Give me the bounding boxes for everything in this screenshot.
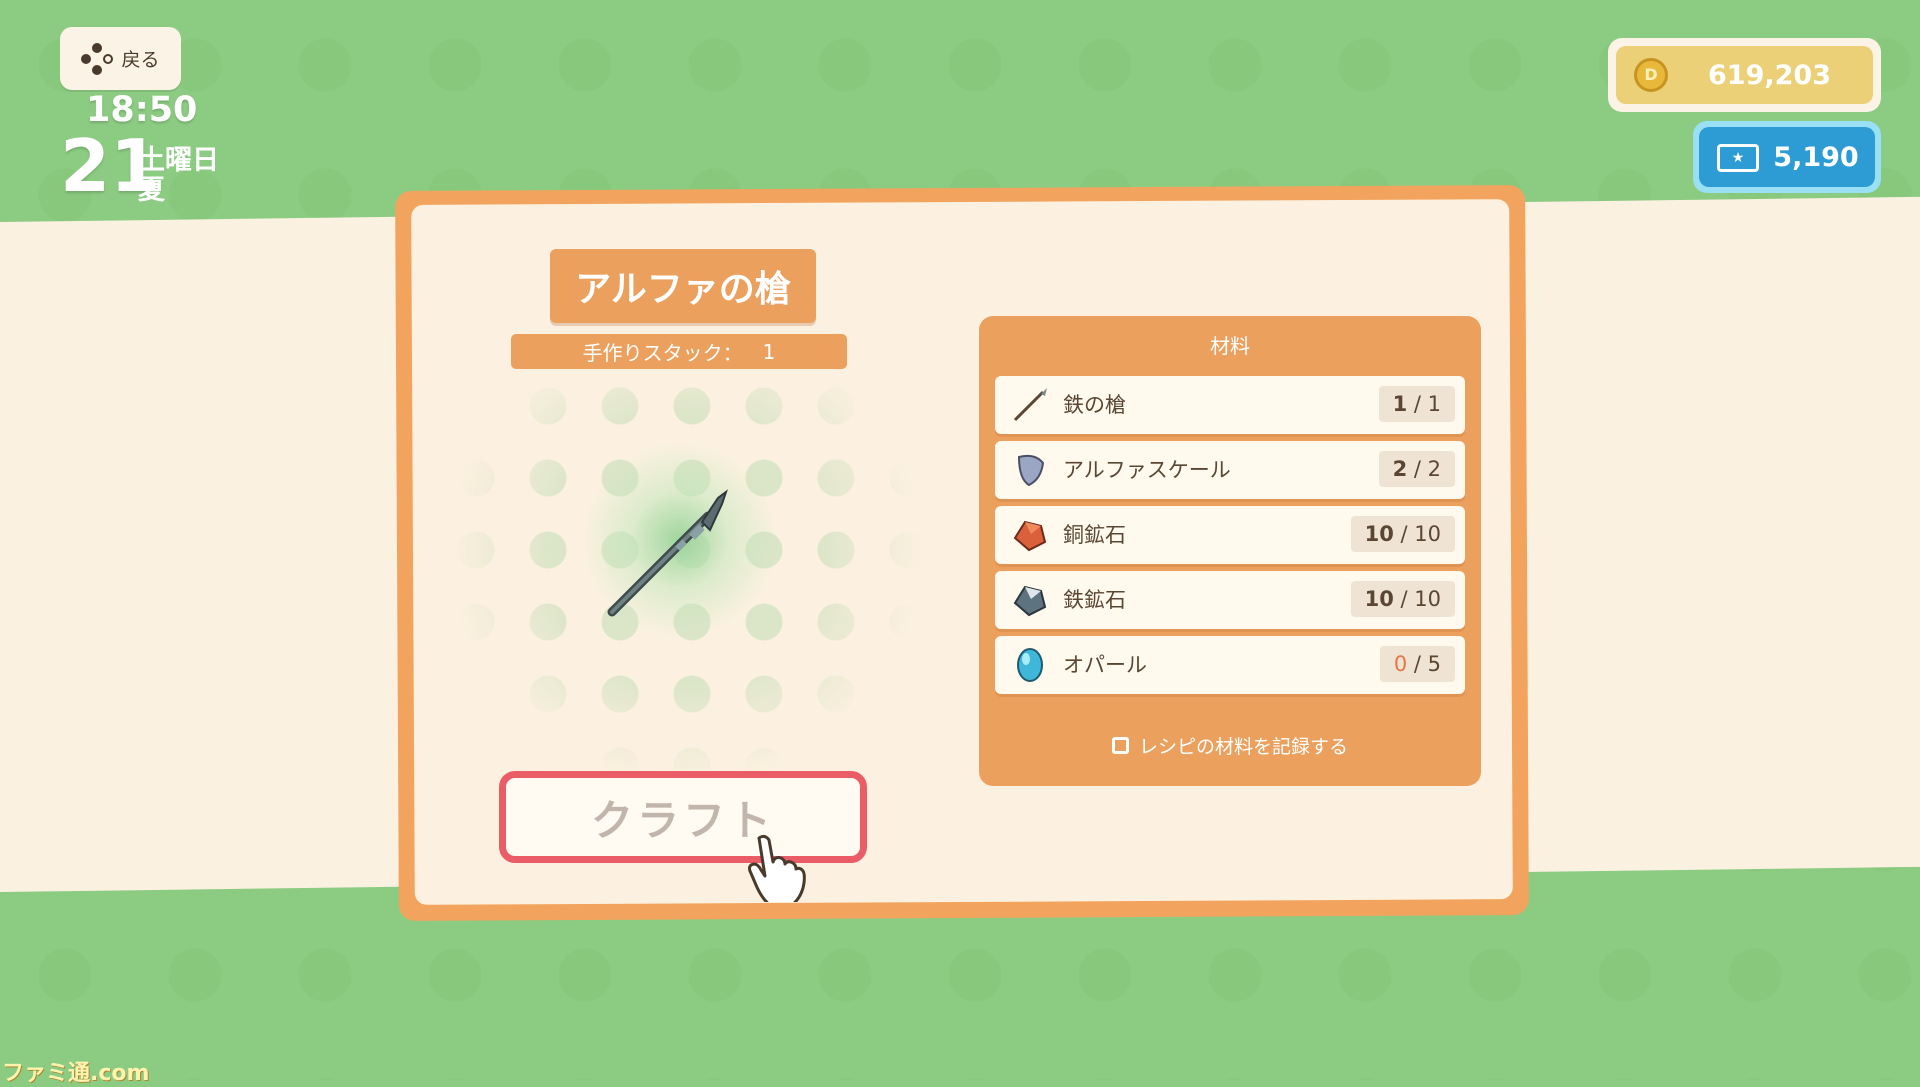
material-count: 10 / 10: [1350, 581, 1455, 617]
material-count: 2 / 2: [1378, 451, 1455, 487]
material-need: 5: [1427, 652, 1441, 676]
material-need: 10: [1414, 522, 1441, 546]
material-name: アルファスケール: [1063, 458, 1231, 482]
opal-icon: [1017, 648, 1043, 682]
material-row: 鉄鉱石 10 / 10: [995, 571, 1465, 629]
gold-counter: D 619,203: [1608, 38, 1881, 112]
material-name: 鉄鉱石: [1063, 588, 1126, 612]
copper-ore-icon: [1013, 520, 1047, 552]
item-title: アルファの槍: [550, 249, 816, 323]
material-row: 鉄の槍 1 / 1: [995, 376, 1465, 434]
material-have: 2: [1392, 457, 1408, 481]
material-count: 10 / 10: [1350, 516, 1455, 552]
material-row: オパール 0 / 5: [995, 636, 1465, 694]
ticket-counter: ★ 5,190: [1693, 121, 1881, 193]
record-recipe-label: レシピの材料を記録する: [1138, 736, 1348, 758]
material-name: 鉄の槍: [1063, 393, 1126, 417]
material-have: 1: [1392, 392, 1408, 416]
material-row: 銅鉱石 10 / 10: [995, 506, 1465, 564]
coin-icon: D: [1634, 58, 1668, 92]
material-name: オパール: [1063, 653, 1147, 677]
iron-spear-icon: [1013, 388, 1047, 422]
calendar-season: 夏: [138, 175, 165, 206]
craft-button[interactable]: クラフト: [499, 771, 867, 863]
back-label: 戻る: [121, 49, 160, 71]
watermark-logo: ファミ通.com: [2, 1061, 150, 1086]
craft-stack-label: 手作りスタック：: [582, 341, 743, 365]
alpha-scale-icon: [1017, 454, 1045, 487]
materials-header: 材料: [1210, 334, 1250, 358]
record-recipe-toggle[interactable]: レシピの材料を記録する: [979, 732, 1481, 759]
material-need: 1: [1427, 392, 1441, 416]
material-have: 0: [1393, 652, 1408, 676]
back-button[interactable]: 戻る: [60, 27, 181, 90]
materials-panel: 材料 鉄の槍 1 / 1 アルファスケール 2 / 2 銅鉱石 10 / 10 …: [979, 316, 1481, 786]
material-need: 10: [1414, 587, 1441, 611]
craft-stack-value: 1: [762, 339, 776, 364]
record-recipe-checkbox[interactable]: [1111, 737, 1129, 754]
material-have: 10: [1364, 522, 1394, 546]
controller-button-icon: [81, 42, 114, 75]
hand-pointer-icon: [748, 834, 806, 902]
ticket-amount: 5,190: [1773, 141, 1859, 173]
material-have: 10: [1364, 587, 1394, 611]
material-row: アルファスケール 2 / 2: [995, 441, 1465, 499]
alpha-spear-icon: [607, 489, 728, 617]
material-name: 銅鉱石: [1063, 523, 1126, 547]
iron-ore-icon: [1013, 585, 1047, 617]
material-need: 2: [1427, 457, 1441, 481]
gold-amount: 619,203: [1708, 59, 1831, 91]
ticket-icon: ★: [1717, 144, 1759, 172]
material-count: 0 / 5: [1379, 646, 1455, 682]
craft-stack-bar: 手作りスタック： 1: [511, 334, 847, 369]
material-count: 1 / 1: [1378, 386, 1455, 422]
